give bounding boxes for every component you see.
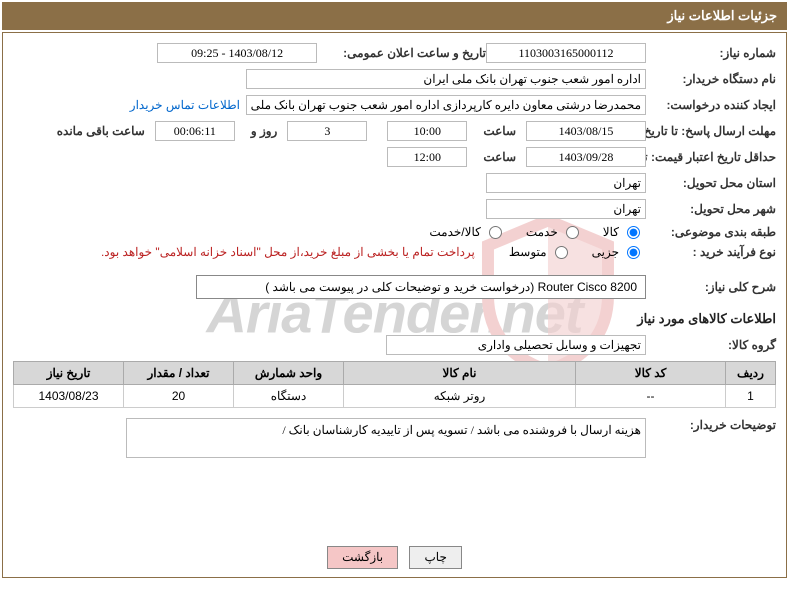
response-deadline-label: مهلت ارسال پاسخ: تا تاریخ: [646, 124, 776, 138]
buyer-org-label: نام دستگاه خریدار: [646, 72, 776, 86]
announce-datetime-field [157, 43, 317, 63]
overview-box: Router Cisco 8200 (درخواست خرید و توضیحا… [196, 275, 646, 299]
days-and-label: روز و [245, 124, 278, 138]
need-number-field [486, 43, 646, 63]
category-service-label: خدمت [526, 225, 558, 239]
purchase-type-partial-label: جزیی [592, 245, 619, 259]
th-code: کد کالا [576, 362, 726, 385]
buyer-org-field [246, 69, 646, 89]
td-name: روتر شبکه [344, 385, 576, 408]
buyer-notes-label: توضیحات خریدار: [646, 418, 776, 432]
time-label-2: ساعت [477, 150, 516, 164]
th-date: تاریخ نیاز [14, 362, 124, 385]
announce-datetime-label: تاریخ و ساعت اعلان عمومی: [337, 46, 486, 60]
buyer-contact-link[interactable]: اطلاعات تماس خریدار [130, 98, 240, 112]
purchase-type-note: پرداخت تمام یا بخشی از مبلغ خرید،از محل … [101, 245, 475, 259]
th-unit: واحد شمارش [234, 362, 344, 385]
th-name: نام کالا [344, 362, 576, 385]
category-goods-service-label: کالا/خدمت [429, 225, 480, 239]
category-service-radio[interactable] [566, 226, 579, 239]
validity-label: حداقل تاریخ اعتبار قیمت: تا تاریخ: [646, 150, 776, 164]
td-qty: 20 [124, 385, 234, 408]
print-button[interactable]: چاپ [409, 546, 461, 569]
validity-date-field [526, 147, 646, 167]
goods-group-field [386, 335, 646, 355]
page-title: جزئیات اطلاعات نیاز [2, 2, 787, 30]
goods-section-title: اطلاعات کالاهای مورد نیاز [13, 311, 776, 327]
category-goods-radio[interactable] [627, 226, 640, 239]
purchase-type-medium-label: متوسط [509, 245, 547, 259]
td-code: -- [576, 385, 726, 408]
back-button[interactable]: بازگشت [327, 546, 398, 569]
goods-table: ردیف کد کالا نام کالا واحد شمارش تعداد /… [13, 361, 776, 408]
remaining-label: ساعت باقی مانده [51, 124, 145, 138]
city-label: شهر محل تحویل: [646, 202, 776, 216]
category-label: طبقه بندی موضوعی: [646, 225, 776, 239]
response-time-field [387, 121, 467, 141]
countdown-field [155, 121, 235, 141]
category-goods-service-radio[interactable] [489, 226, 502, 239]
table-row: 1 -- روتر شبکه دستگاه 20 1403/08/23 [14, 385, 776, 408]
requester-label: ایجاد کننده درخواست: [646, 98, 776, 112]
category-goods-label: کالا [603, 225, 619, 239]
overview-label: شرح کلی نیاز: [646, 280, 776, 294]
th-row: ردیف [726, 362, 776, 385]
province-field [486, 173, 646, 193]
time-label-1: ساعت [477, 124, 516, 138]
province-label: استان محل تحویل: [646, 176, 776, 190]
response-date-field [526, 121, 646, 141]
td-date: 1403/08/23 [14, 385, 124, 408]
days-field [287, 121, 367, 141]
purchase-type-medium-radio[interactable] [555, 246, 568, 259]
city-field [486, 199, 646, 219]
td-row: 1 [726, 385, 776, 408]
requester-field [246, 95, 646, 115]
goods-group-label: گروه کالا: [646, 338, 776, 352]
td-unit: دستگاه [234, 385, 344, 408]
purchase-type-label: نوع فرآیند خرید : [646, 245, 776, 259]
buyer-notes-textarea[interactable] [126, 418, 646, 458]
th-qty: تعداد / مقدار [124, 362, 234, 385]
validity-time-field [387, 147, 467, 167]
need-number-label: شماره نیاز: [646, 46, 776, 60]
purchase-type-partial-radio[interactable] [627, 246, 640, 259]
